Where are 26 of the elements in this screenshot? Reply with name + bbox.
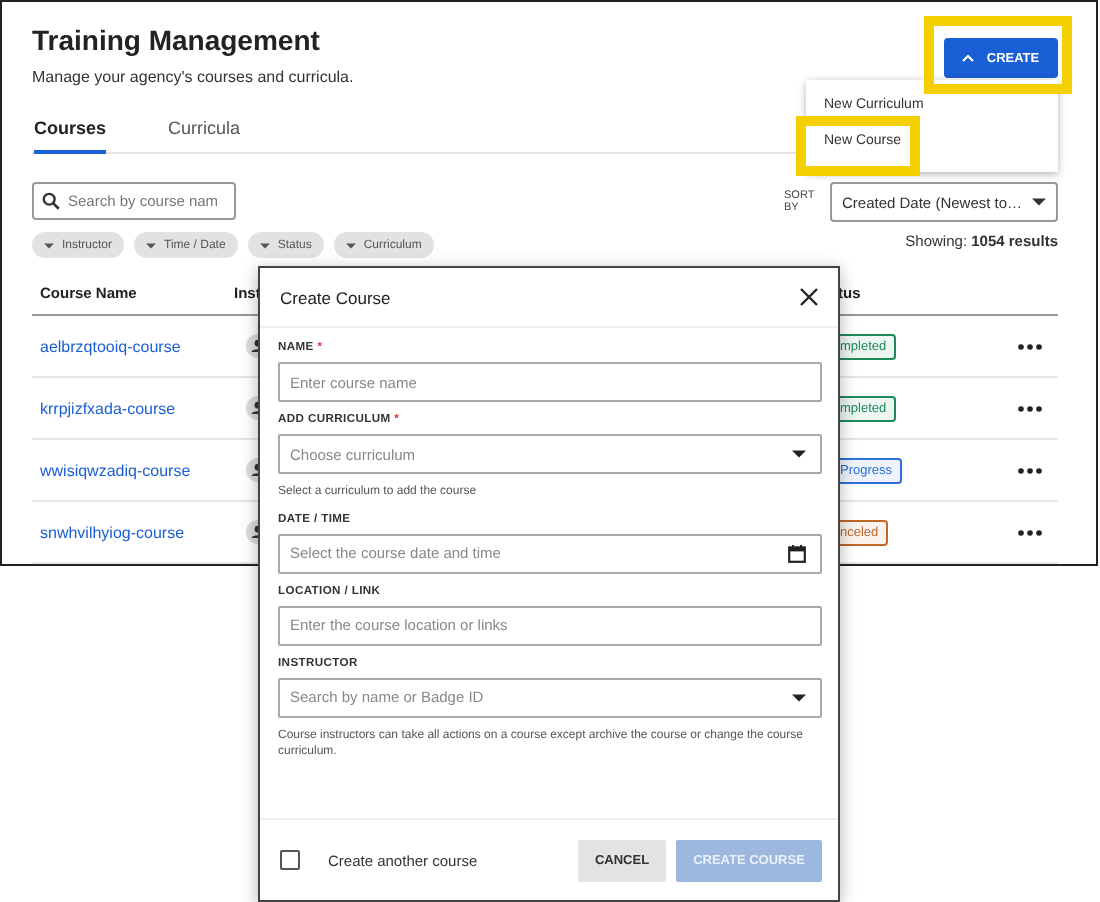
dropdown-caret-icon — [792, 693, 806, 702]
more-icon[interactable] — [1018, 529, 1042, 535]
calendar-icon — [788, 544, 806, 563]
chevron-icon — [962, 54, 975, 62]
tab[interactable]: Curricula — [168, 114, 241, 154]
page-subtitle: Manage your agency's courses and curricula. — [32, 68, 354, 86]
caret-icon — [1032, 198, 1046, 206]
caret-icon — [44, 241, 54, 249]
page-title: Training Management — [32, 24, 322, 56]
more-icon[interactable] — [1018, 467, 1042, 473]
close-button[interactable] — [800, 288, 818, 306]
course-link[interactable]: wwisiqwzadiq-course — [32, 461, 234, 479]
course-link[interactable]: krrpjizfxada-course — [32, 399, 234, 417]
caret-icon — [259, 241, 270, 249]
tab[interactable]: Courses — [34, 114, 107, 154]
course-link[interactable]: snwhvilhyiog-course — [32, 523, 234, 541]
dropdown-caret-icon — [792, 450, 806, 458]
dialog-title: Create Course — [280, 287, 391, 307]
more-icon[interactable] — [1018, 405, 1042, 411]
course-link[interactable]: aelbrzqtooiq-course — [32, 337, 234, 355]
checkbox[interactable] — [280, 850, 300, 870]
close-icon — [800, 288, 818, 306]
caret-icon — [146, 241, 157, 249]
more-icon[interactable] — [1018, 343, 1042, 349]
search-icon — [42, 192, 60, 210]
caret-icon — [345, 241, 356, 249]
